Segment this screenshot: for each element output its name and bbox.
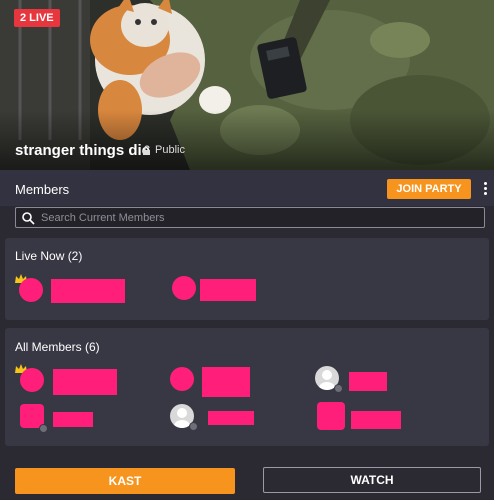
live-count-badge: 2 LIVE — [14, 9, 60, 27]
list-item[interactable] — [315, 402, 415, 432]
all-members-panel: All Members (6) — [5, 328, 489, 446]
live-now-title: Live Now (2) — [15, 249, 83, 263]
search-icon — [22, 211, 35, 225]
avatar — [19, 278, 43, 302]
privacy-indicator: Public — [142, 144, 185, 156]
members-label: Members — [15, 182, 70, 197]
privacy-label: Public — [155, 144, 185, 156]
redacted-name — [53, 369, 117, 395]
list-item[interactable] — [170, 274, 270, 304]
redacted-name — [53, 412, 93, 427]
hero-gradient — [0, 110, 494, 170]
avatar — [20, 368, 44, 392]
room-title: stranger things die — [15, 142, 151, 159]
list-item[interactable] — [15, 274, 140, 304]
offline-status-icon — [334, 384, 343, 393]
redacted-name — [51, 279, 125, 303]
avatar — [317, 402, 345, 430]
search-input[interactable] — [39, 210, 473, 225]
redacted-name — [200, 279, 256, 301]
offline-status-icon — [39, 424, 48, 433]
list-item[interactable] — [15, 402, 105, 433]
list-item[interactable] — [168, 402, 258, 432]
footer-actions: KAST WATCH — [0, 452, 494, 500]
redacted-name — [208, 411, 254, 425]
members-header: Members JOIN PARTY — [0, 170, 494, 206]
all-members-title: All Members (6) — [15, 340, 100, 354]
avatar — [172, 276, 196, 300]
redacted-name — [202, 367, 250, 397]
offline-status-icon — [189, 422, 198, 431]
room-hero: 2 LIVE stranger things die Public — [0, 0, 494, 170]
join-party-button[interactable]: JOIN PARTY — [387, 179, 471, 199]
redacted-name — [349, 372, 387, 391]
list-item[interactable] — [315, 364, 395, 394]
kast-button[interactable]: KAST — [15, 468, 235, 494]
redacted-name — [351, 411, 401, 429]
list-item[interactable] — [15, 364, 125, 395]
more-options-icon[interactable] — [480, 180, 490, 198]
unlock-icon — [143, 145, 150, 155]
watch-button[interactable]: WATCH — [263, 467, 481, 493]
list-item[interactable] — [168, 364, 258, 397]
avatar — [170, 367, 194, 391]
live-now-panel: Live Now (2) — [5, 238, 489, 320]
member-search — [15, 207, 485, 228]
